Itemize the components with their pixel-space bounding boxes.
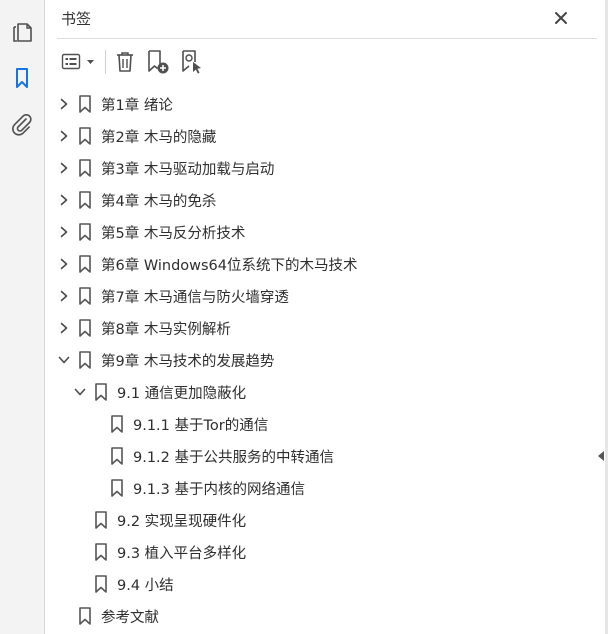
bookmark-row[interactable]: 参考文献: [45, 602, 605, 630]
bookmark-item-icon: [78, 255, 92, 273]
chevron-right-icon[interactable]: [57, 225, 71, 239]
navigation-rail: [0, 0, 45, 634]
chevron-right-icon[interactable]: [57, 257, 71, 271]
header-divider: [57, 38, 597, 39]
chevron-down-icon[interactable]: [73, 385, 87, 399]
bookmark-from-selection-icon[interactable]: [179, 48, 205, 76]
bookmark-label[interactable]: 第9章 木马技术的发展趋势: [101, 350, 274, 371]
bookmark-label[interactable]: 9.3 植入平台多样化: [117, 542, 246, 563]
bookmark-item-icon: [78, 223, 92, 241]
bookmark-row[interactable]: 第7章 木马通信与防火墙穿透: [45, 282, 605, 310]
bookmark-label[interactable]: 第8章 木马实例解析: [101, 318, 231, 339]
bookmark-row[interactable]: 9.2 实现呈现硬件化: [45, 506, 605, 534]
bookmark-row[interactable]: 9.1.3 基于内核的网络通信: [45, 474, 605, 502]
chevron-right-icon[interactable]: [57, 161, 71, 175]
bookmark-label[interactable]: 参考文献: [101, 606, 159, 627]
bookmark-row[interactable]: 第9章 木马技术的发展趋势: [45, 346, 605, 374]
close-icon[interactable]: [551, 8, 571, 28]
bookmark-item-icon: [78, 607, 92, 625]
bookmark-row[interactable]: 第5章 木马反分析技术: [45, 218, 605, 246]
bookmark-icon[interactable]: [8, 64, 36, 92]
chevron-down-icon[interactable]: [57, 353, 71, 367]
bookmark-item-icon: [94, 543, 108, 561]
chevron-right-icon[interactable]: [57, 321, 71, 335]
bookmark-row[interactable]: 第3章 木马驱动加载与启动: [45, 154, 605, 182]
bookmark-label[interactable]: 9.1.1 基于Tor的通信: [133, 414, 268, 435]
bookmark-item-icon: [78, 351, 92, 369]
bookmark-item-icon: [78, 319, 92, 337]
bookmark-row[interactable]: 9.1.1 基于Tor的通信: [45, 410, 605, 438]
bookmark-row[interactable]: 第8章 木马实例解析: [45, 314, 605, 342]
chevron-right-icon[interactable]: [57, 289, 71, 303]
bookmark-label[interactable]: 第4章 木马的免杀: [101, 190, 216, 211]
bookmark-label[interactable]: 9.2 实现呈现硬件化: [117, 510, 246, 531]
chevron-right-icon[interactable]: [57, 129, 71, 143]
bookmark-label[interactable]: 第5章 木马反分析技术: [101, 222, 245, 243]
bookmark-row[interactable]: 第2章 木马的隐藏: [45, 122, 605, 150]
bookmark-item-icon: [94, 383, 108, 401]
bookmark-label[interactable]: 9.4 小结: [117, 574, 174, 595]
bookmark-item-icon: [110, 479, 124, 497]
bookmark-label[interactable]: 第1章 绪论: [101, 94, 173, 115]
bookmark-label[interactable]: 9.1.3 基于内核的网络通信: [133, 478, 305, 499]
delete-icon[interactable]: [113, 48, 137, 76]
bookmark-row[interactable]: 9.1 通信更加隐蔽化: [45, 378, 605, 406]
bookmark-label[interactable]: 第6章 Windows64位系统下的木马技术: [101, 254, 358, 275]
toolbar-separator: [105, 50, 106, 74]
bookmark-label[interactable]: 第7章 木马通信与防火墙穿透: [101, 286, 289, 307]
bookmark-item-icon: [94, 575, 108, 593]
bookmark-item-icon: [78, 191, 92, 209]
bookmarks-toolbar: [57, 46, 257, 78]
bookmark-item-icon: [78, 159, 92, 177]
attachment-icon[interactable]: [8, 110, 36, 138]
new-bookmark-icon[interactable]: [145, 48, 171, 76]
collapse-panel-icon[interactable]: [596, 450, 606, 462]
options-menu-icon[interactable]: [61, 48, 97, 76]
chevron-right-icon[interactable]: [57, 193, 71, 207]
bookmark-item-icon: [78, 95, 92, 113]
bookmark-item-icon: [78, 127, 92, 145]
bookmarks-panel: 书签 第1章 绪论 第2章 木马的隐藏 第3章 木马驱动加载与启动 第4章 木马…: [45, 0, 605, 634]
bookmark-label[interactable]: 9.1.2 基于公共服务的中转通信: [133, 446, 334, 467]
bookmark-label[interactable]: 9.1 通信更加隐蔽化: [117, 382, 246, 403]
bookmark-row[interactable]: 9.4 小结: [45, 570, 605, 598]
bookmark-row[interactable]: 第1章 绪论: [45, 90, 605, 118]
bookmark-item-icon: [110, 447, 124, 465]
bookmark-item-icon: [78, 287, 92, 305]
bookmark-row[interactable]: 第6章 Windows64位系统下的木马技术: [45, 250, 605, 278]
bookmark-row[interactable]: 9.1.2 基于公共服务的中转通信: [45, 442, 605, 470]
bookmark-label[interactable]: 第2章 木马的隐藏: [101, 126, 216, 147]
bookmark-item-icon: [110, 415, 124, 433]
chevron-right-icon[interactable]: [57, 97, 71, 111]
bookmark-item-icon: [94, 511, 108, 529]
pages-icon[interactable]: [8, 18, 36, 46]
bookmark-row[interactable]: 第4章 木马的免杀: [45, 186, 605, 214]
bookmark-row[interactable]: 9.3 植入平台多样化: [45, 538, 605, 566]
bookmark-label[interactable]: 第3章 木马驱动加载与启动: [101, 158, 274, 179]
panel-title: 书签: [61, 10, 92, 28]
